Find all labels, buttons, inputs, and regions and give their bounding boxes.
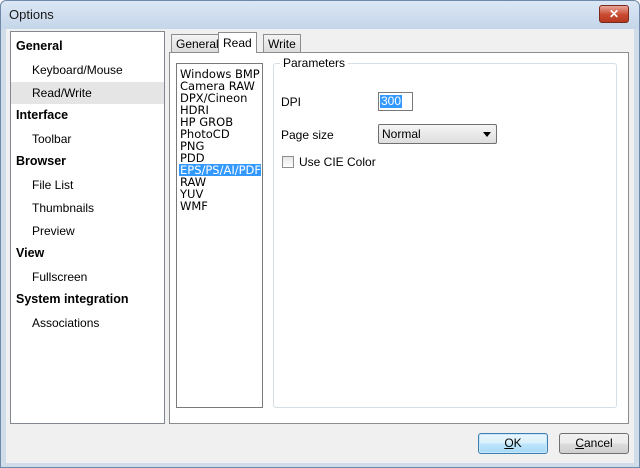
category-browser[interactable]: Browser: [16, 154, 66, 168]
options-window: Options ✕ General Keyboard/Mouse Read/Wr…: [0, 0, 640, 468]
category-tree: General Keyboard/Mouse Read/Write Interf…: [10, 31, 165, 424]
cancel-mnemonic: C: [575, 436, 584, 450]
page-size-select[interactable]: Normal: [378, 124, 497, 144]
use-cie-color-label[interactable]: Use CIE Color: [299, 155, 376, 169]
sidebar-item-toolbar[interactable]: Toolbar: [11, 128, 164, 150]
window-title: Options: [9, 7, 54, 22]
close-icon: ✕: [608, 7, 620, 21]
list-item[interactable]: WMF: [179, 200, 261, 212]
page-size-label: Page size: [281, 128, 334, 142]
tab-write[interactable]: Write: [263, 34, 301, 52]
tab-control: General Read Write Windows BMP Camera RA…: [169, 32, 632, 424]
title-bar[interactable]: Options ✕: [1, 1, 639, 29]
category-system-integration[interactable]: System integration: [16, 292, 129, 306]
dialog-client: General Keyboard/Mouse Read/Write Interf…: [6, 29, 634, 463]
cancel-label: ancel: [583, 436, 613, 450]
read-tab-panel: Windows BMP Camera RAW DPX/Cineon HDRI H…: [169, 52, 629, 424]
sidebar-item-fullscreen[interactable]: Fullscreen: [11, 266, 164, 288]
sidebar-item-associations[interactable]: Associations: [11, 312, 164, 334]
tab-general[interactable]: General: [171, 34, 224, 52]
tab-read[interactable]: Read: [218, 32, 257, 53]
dpi-value: 300: [380, 94, 403, 108]
chevron-down-icon: [483, 132, 491, 137]
category-general[interactable]: General: [16, 39, 63, 53]
page-size-value: Normal: [382, 127, 421, 141]
cancel-button[interactable]: Cancel: [559, 433, 629, 454]
category-view[interactable]: View: [16, 246, 44, 260]
parameters-legend: Parameters: [280, 56, 349, 70]
sidebar-item-thumbnails[interactable]: Thumbnails: [11, 197, 164, 219]
dpi-input[interactable]: 300: [378, 92, 413, 111]
parameters-group: Parameters DPI 300 Page size Normal Use …: [273, 56, 617, 408]
format-list[interactable]: Windows BMP Camera RAW DPX/Cineon HDRI H…: [176, 63, 263, 408]
ok-mnemonic: O: [504, 436, 514, 450]
sidebar-item-preview[interactable]: Preview: [11, 220, 164, 242]
ok-button[interactable]: OK: [478, 433, 548, 454]
dpi-label: DPI: [281, 95, 302, 109]
ok-label: K: [513, 436, 522, 450]
sidebar-item-keyboard-mouse[interactable]: Keyboard/Mouse: [11, 59, 164, 81]
category-interface[interactable]: Interface: [16, 108, 68, 122]
sidebar-item-file-list[interactable]: File List: [11, 174, 164, 196]
sidebar-item-read-write[interactable]: Read/Write: [11, 82, 164, 104]
close-button[interactable]: ✕: [599, 5, 629, 23]
use-cie-color-checkbox[interactable]: [282, 156, 294, 168]
